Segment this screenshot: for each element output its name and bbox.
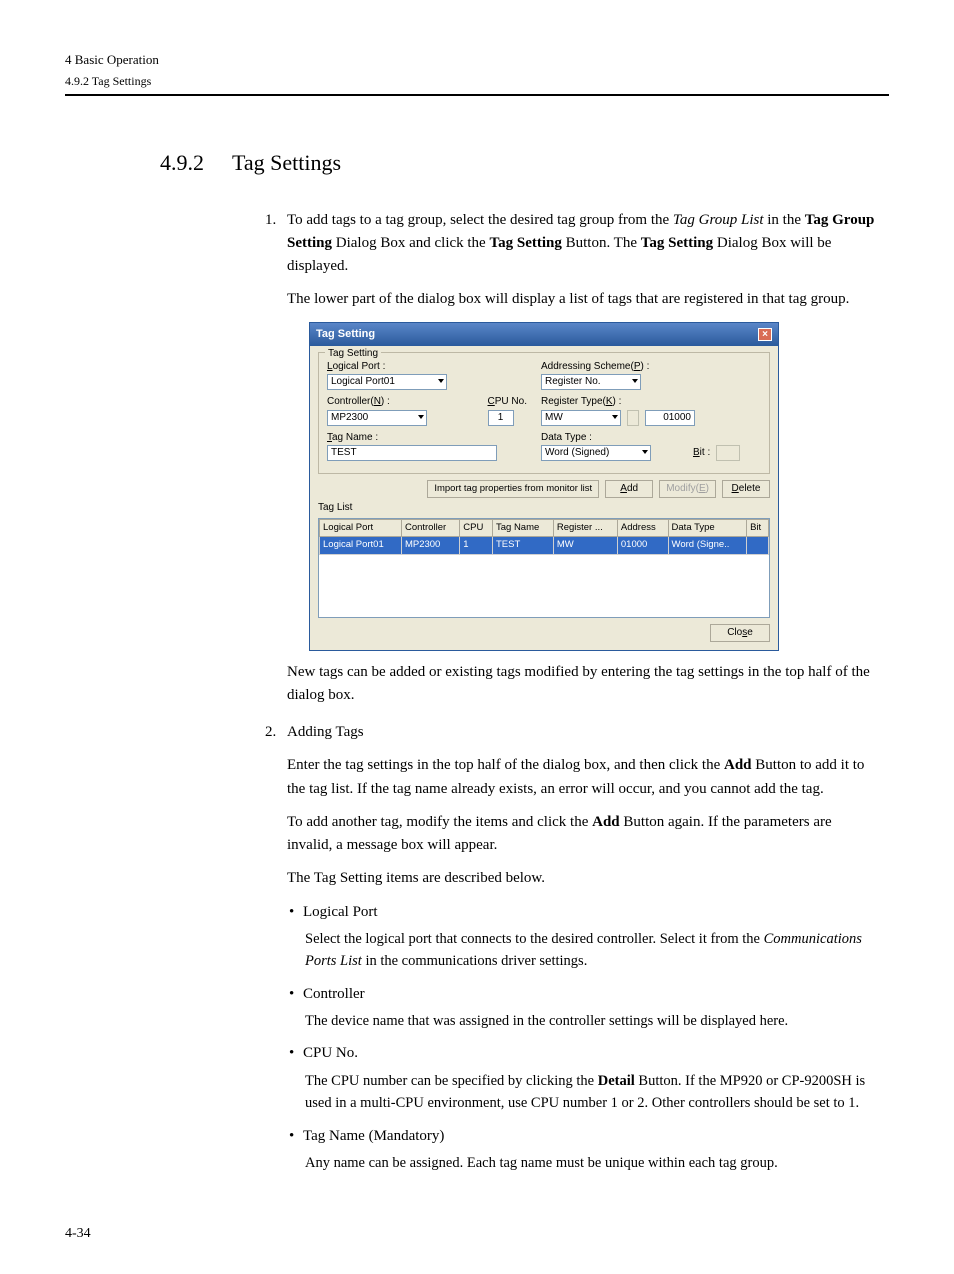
tag-list-label: Tag List [318,500,770,516]
section-number: 4.9.2 [160,146,204,179]
header-chapter: 4 Basic Operation [65,50,889,70]
dialog-title-text: Tag Setting [316,326,375,343]
bullet-logical-port: Logical Port Select the logical port tha… [287,901,879,973]
add-button[interactable]: Add [605,480,653,498]
close-icon[interactable]: × [758,328,772,341]
tag-list-table[interactable]: Logical Port Controller CPU Tag Name Reg… [318,518,770,618]
tag-setting-dialog: Tag Setting × Tag Setting Logical Port :… [309,322,779,651]
logical-port-select[interactable]: Logical Port01 [327,374,447,390]
list-item-2: Adding Tags Enter the tag settings in th… [265,721,879,1174]
close-button[interactable]: Close [710,624,770,642]
address-prefix [627,410,639,426]
dialog-titlebar: Tag Setting × [310,323,778,346]
groupbox-title: Tag Setting [325,346,381,362]
bullet-cpu-no: CPU No. The CPU number can be specified … [287,1042,879,1114]
table-header-row: Logical Port Controller CPU Tag Name Reg… [320,519,769,537]
header-sub: 4.9.2 Tag Settings [65,72,889,90]
bullet-tag-name: Tag Name (Mandatory) Any name can be ass… [287,1125,879,1175]
controller-select[interactable]: MP2300 [327,410,427,426]
section-title: Tag Settings [232,150,341,175]
tag-setting-group: Tag Setting Logical Port : Logical Port0… [318,352,770,475]
cpu-no-input[interactable]: 1 [488,410,514,426]
section-heading: 4.9.2 Tag Settings [160,146,889,179]
header-rule [65,94,889,96]
bit-input [716,445,740,461]
tag-name-input[interactable]: TEST [327,445,497,461]
import-button[interactable]: Import tag properties from monitor list [427,480,599,498]
page-number: 4-34 [65,1223,91,1244]
addressing-scheme-select[interactable]: Register No. [541,374,641,390]
table-row[interactable]: Logical Port01 MP2300 1 TEST MW 01000 Wo… [320,537,769,555]
register-type-select[interactable]: MW [541,410,621,426]
data-type-select[interactable]: Word (Signed) [541,445,651,461]
address-input[interactable]: 01000 [645,410,695,426]
delete-button[interactable]: Delete [722,480,770,498]
modify-button[interactable]: Modify(E) [659,480,716,498]
list-item-1: To add tags to a tag group, select the d… [265,209,879,708]
bullet-controller: Controller The device name that was assi… [287,983,879,1033]
